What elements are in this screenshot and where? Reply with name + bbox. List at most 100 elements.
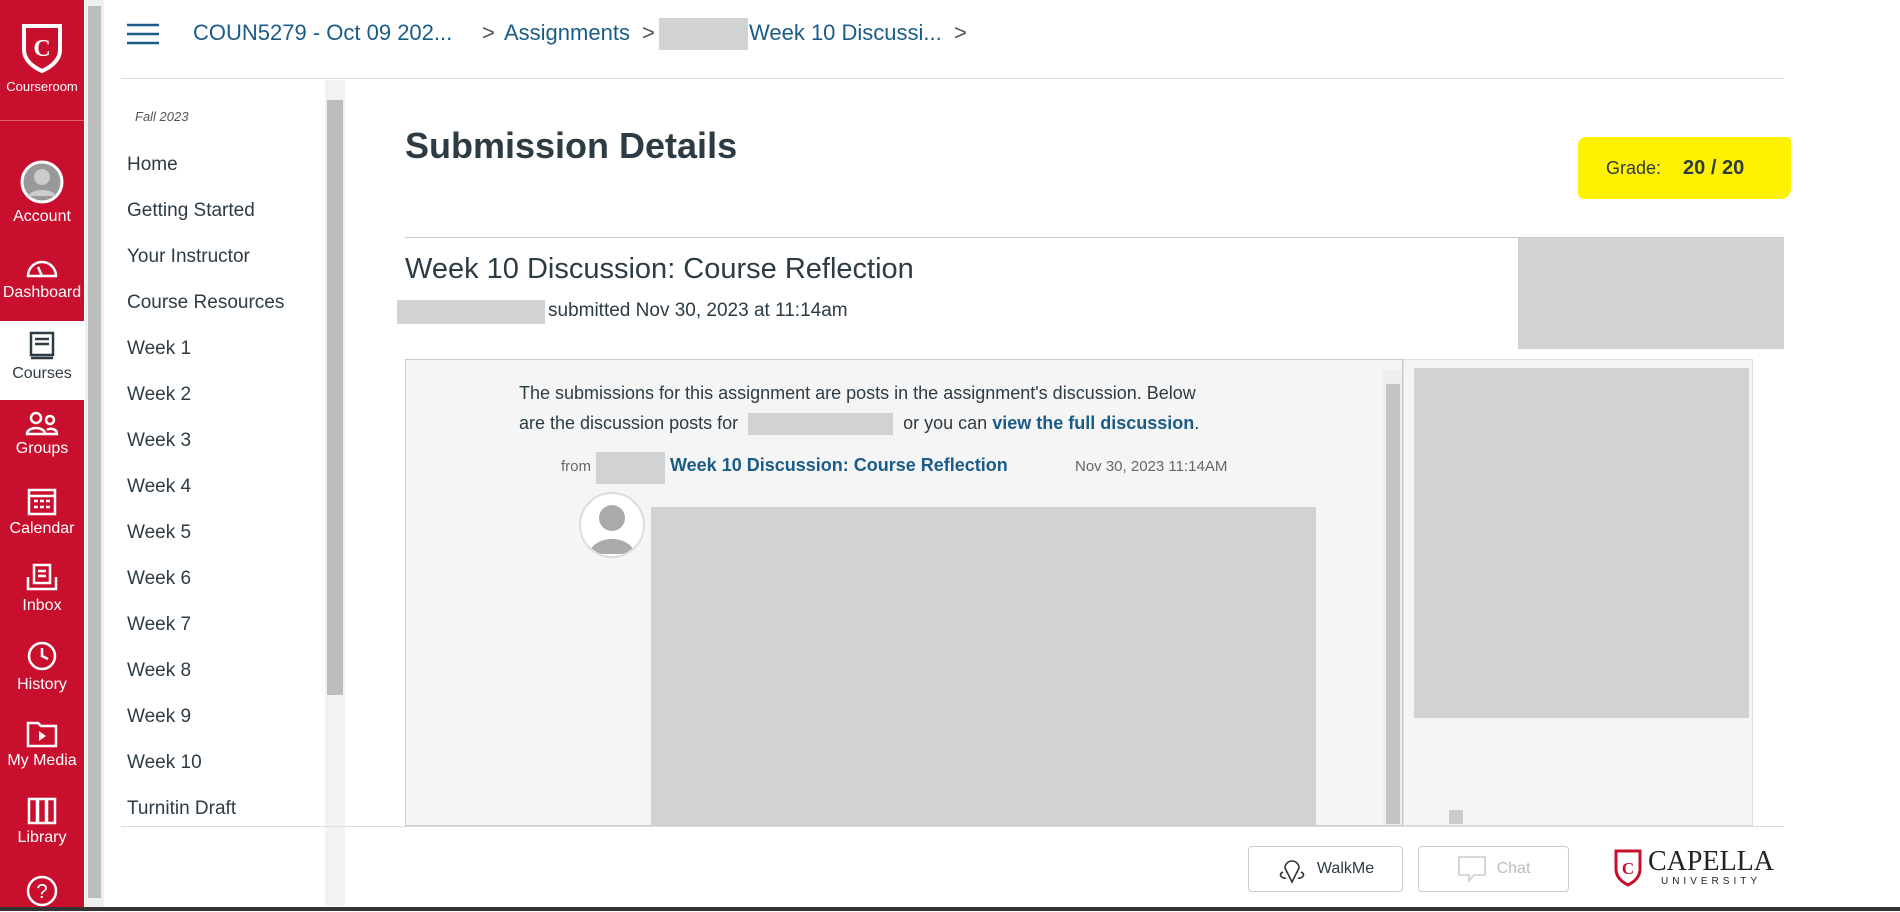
global-nav-label: Account (13, 208, 71, 225)
course-nav-item[interactable]: Week 10 (127, 752, 202, 774)
intro-text: are the discussion posts for (519, 413, 739, 433)
intro-text: or you can (903, 413, 988, 433)
course-nav-item[interactable]: Week 5 (127, 522, 191, 544)
post-date: Nov 30, 2023 11:14AM (1075, 458, 1228, 475)
svg-text:C: C (33, 36, 50, 62)
intro-text: The submissions for this assignment are … (519, 383, 1196, 403)
redacted-area (651, 507, 1316, 825)
global-nav-label: Library (17, 829, 67, 846)
people-icon (25, 411, 59, 436)
grade-label: Grade: (1606, 157, 1662, 178)
global-nav-label: Courseroom (6, 79, 78, 94)
breadcrumb-separator: > (642, 20, 655, 45)
from-label: from (561, 458, 591, 475)
submitted-text: submitted Nov 30, 2023 at 11:14am (548, 300, 848, 321)
global-nav-inbox[interactable]: Inbox (0, 563, 84, 615)
global-nav-my-media[interactable]: My Media (0, 720, 84, 770)
course-nav-item[interactable]: Course Resources (127, 292, 284, 314)
intro-text: . (1194, 413, 1200, 433)
footer-divider (121, 826, 1784, 827)
breadcrumb-assignments[interactable]: Assignments (504, 20, 630, 46)
course-nav-item[interactable]: Week 1 (127, 338, 191, 360)
chat-icon (1457, 856, 1486, 883)
redacted-area (1518, 238, 1784, 349)
svg-text:?: ? (36, 881, 47, 903)
course-nav-item[interactable]: Getting Started (127, 200, 255, 222)
logo-main: CAPELLA (1648, 846, 1774, 877)
global-nav-history[interactable]: History (0, 640, 84, 694)
breadcrumb-separator: > (954, 20, 967, 45)
global-nav-label: Dashboard (2, 284, 82, 301)
avatar-icon (20, 160, 64, 204)
frame-scrollbar[interactable] (1383, 370, 1402, 825)
global-nav-groups[interactable]: Groups (0, 410, 84, 458)
book-icon (29, 331, 55, 360)
global-nav-label: My Media (7, 752, 77, 769)
course-nav-item[interactable]: Week 6 (127, 568, 191, 590)
side-panel (1403, 359, 1753, 826)
inbox-icon (26, 563, 58, 591)
logo-sub: UNIVERSITY (1660, 876, 1761, 887)
speedometer-icon (26, 260, 58, 278)
course-nav-item[interactable]: Your Instructor (127, 246, 250, 268)
view-full-discussion-link[interactable]: view the full discussion (992, 413, 1194, 433)
course-nav-item[interactable]: Turnitin Draft (127, 798, 236, 820)
frame-intro: The submissions for this assignment are … (519, 378, 1319, 438)
capella-shield-icon: C (22, 24, 62, 74)
global-nav-courses[interactable]: Courses (0, 321, 84, 400)
course-nav-item[interactable]: Week 4 (127, 476, 191, 498)
media-icon (26, 721, 58, 748)
redacted-area (397, 300, 545, 324)
clock-icon (27, 641, 57, 671)
course-nav-item[interactable]: Week 8 (127, 660, 191, 682)
course-nav-item[interactable]: Home (127, 154, 178, 176)
course-nav-item[interactable]: Week 7 (127, 614, 191, 636)
breadcrumb-course[interactable]: COUN5279 - Oct 09 202... (193, 20, 452, 46)
course-nav-scrollbar[interactable] (325, 80, 345, 906)
breadcrumb-separator: > (482, 20, 495, 45)
chat-button[interactable]: Chat (1418, 846, 1569, 892)
capella-logo: C CAPELLA UNIVERSITY (1614, 848, 1774, 887)
global-nav-courseroom[interactable]: C Courseroom (0, 22, 84, 96)
calendar-icon (27, 488, 57, 516)
assignment-title: Week 10 Discussion: Course Reflection (405, 253, 914, 285)
breadcrumb-assignment[interactable]: Week 10 Discussi... (749, 20, 942, 46)
redacted-area (748, 413, 894, 436)
hamburger-menu-button[interactable] (127, 23, 159, 50)
avatar-icon (589, 505, 635, 554)
capella-shield-icon: C (1614, 849, 1642, 887)
walkme-label: WalkMe (1316, 860, 1375, 877)
header-divider (121, 78, 1784, 79)
course-nav-item[interactable]: Week 2 (127, 384, 191, 406)
grade-display: Grade: 20 / 20 (1578, 137, 1791, 199)
library-icon (27, 797, 57, 825)
submission-frame: The submissions for this assignment are … (405, 359, 1403, 826)
avatar (579, 492, 645, 558)
course-term: Fall 2023 (135, 109, 189, 124)
map-pin-icon (1279, 860, 1305, 884)
help-icon: ? (26, 875, 58, 907)
page-title: Submission Details (405, 125, 738, 166)
global-nav-dashboard[interactable]: Dashboard (0, 254, 84, 302)
redacted-area (1414, 368, 1749, 718)
discussion-post-link[interactable]: Week 10 Discussion: Course Reflection (670, 455, 1008, 476)
global-nav-label: Courses (12, 365, 72, 382)
course-nav-item[interactable]: Week 9 (127, 706, 191, 728)
global-nav-library[interactable]: Library (0, 797, 84, 847)
course-nav-item[interactable]: Week 3 (127, 430, 191, 452)
global-nav-label: Inbox (22, 597, 62, 614)
global-nav-account[interactable]: Account (0, 160, 84, 226)
global-nav-calendar[interactable]: Calendar (0, 486, 84, 538)
redacted-area (596, 452, 665, 484)
redacted-area (659, 18, 748, 50)
global-nav: C Courseroom Account Dashboard Courses G… (0, 0, 84, 911)
global-nav-label: Groups (15, 440, 69, 457)
chat-label: Chat (1496, 860, 1531, 877)
walkme-button[interactable]: WalkMe (1248, 846, 1403, 892)
global-nav-label: History (17, 676, 67, 693)
grade-value: 20 / 20 (1683, 156, 1745, 179)
page-scrollbar[interactable] (85, 0, 104, 911)
global-nav-label: Calendar (9, 520, 75, 537)
hamburger-icon (127, 23, 159, 45)
svg-text:C: C (1622, 859, 1634, 878)
